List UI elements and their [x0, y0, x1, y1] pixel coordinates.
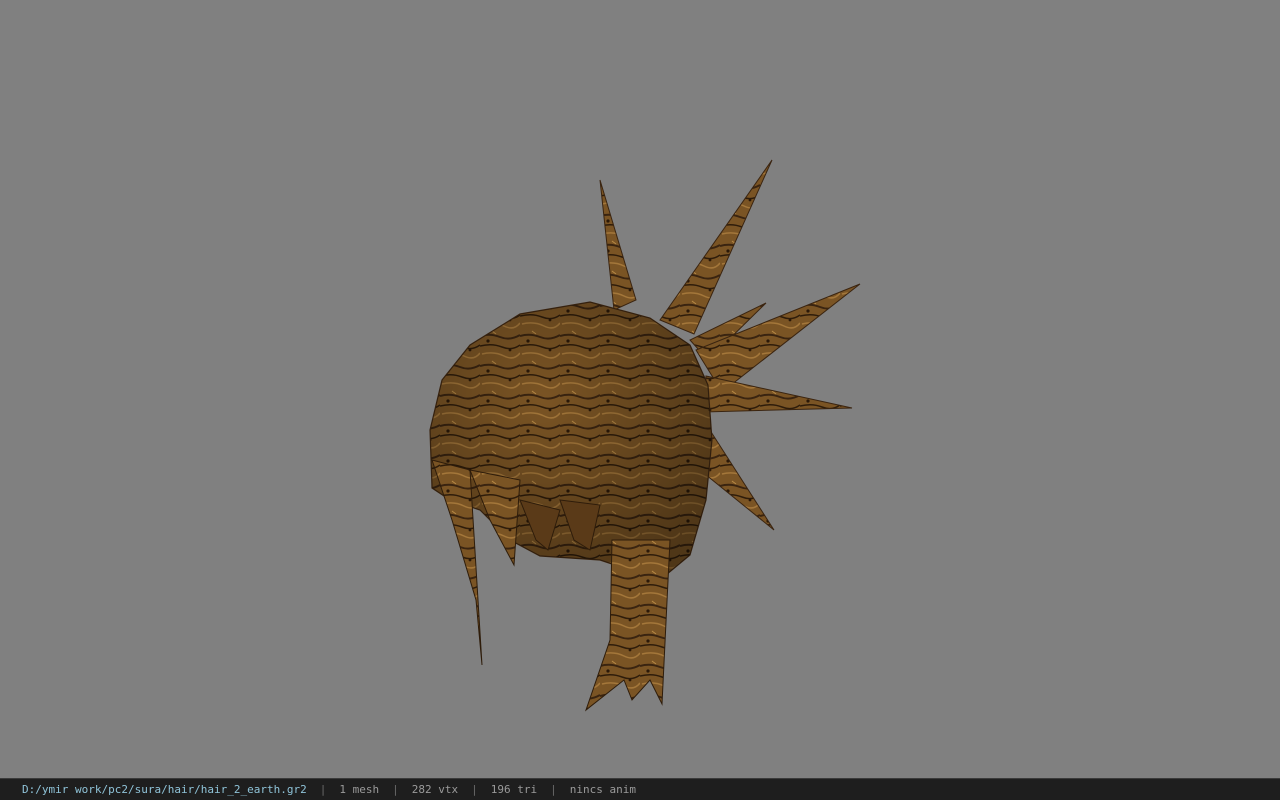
triangle-count: 196 tri	[490, 783, 538, 796]
separator: |	[319, 783, 327, 796]
file-path: D:/ymir work/pc2/sura/hair/hair_2_earth.…	[22, 783, 307, 796]
separator: |	[392, 783, 399, 796]
status-bar: D:/ymir work/pc2/sura/hair/hair_2_earth.…	[0, 778, 1280, 800]
hair-mesh-model[interactable]	[0, 0, 1280, 778]
separator: |	[550, 783, 557, 796]
mesh-count: 1 mesh	[339, 783, 380, 796]
animation-status: nincs anim	[569, 783, 636, 796]
3d-viewport[interactable]	[0, 0, 1280, 778]
vertex-count: 282 vtx	[411, 783, 459, 796]
separator: |	[471, 783, 478, 796]
